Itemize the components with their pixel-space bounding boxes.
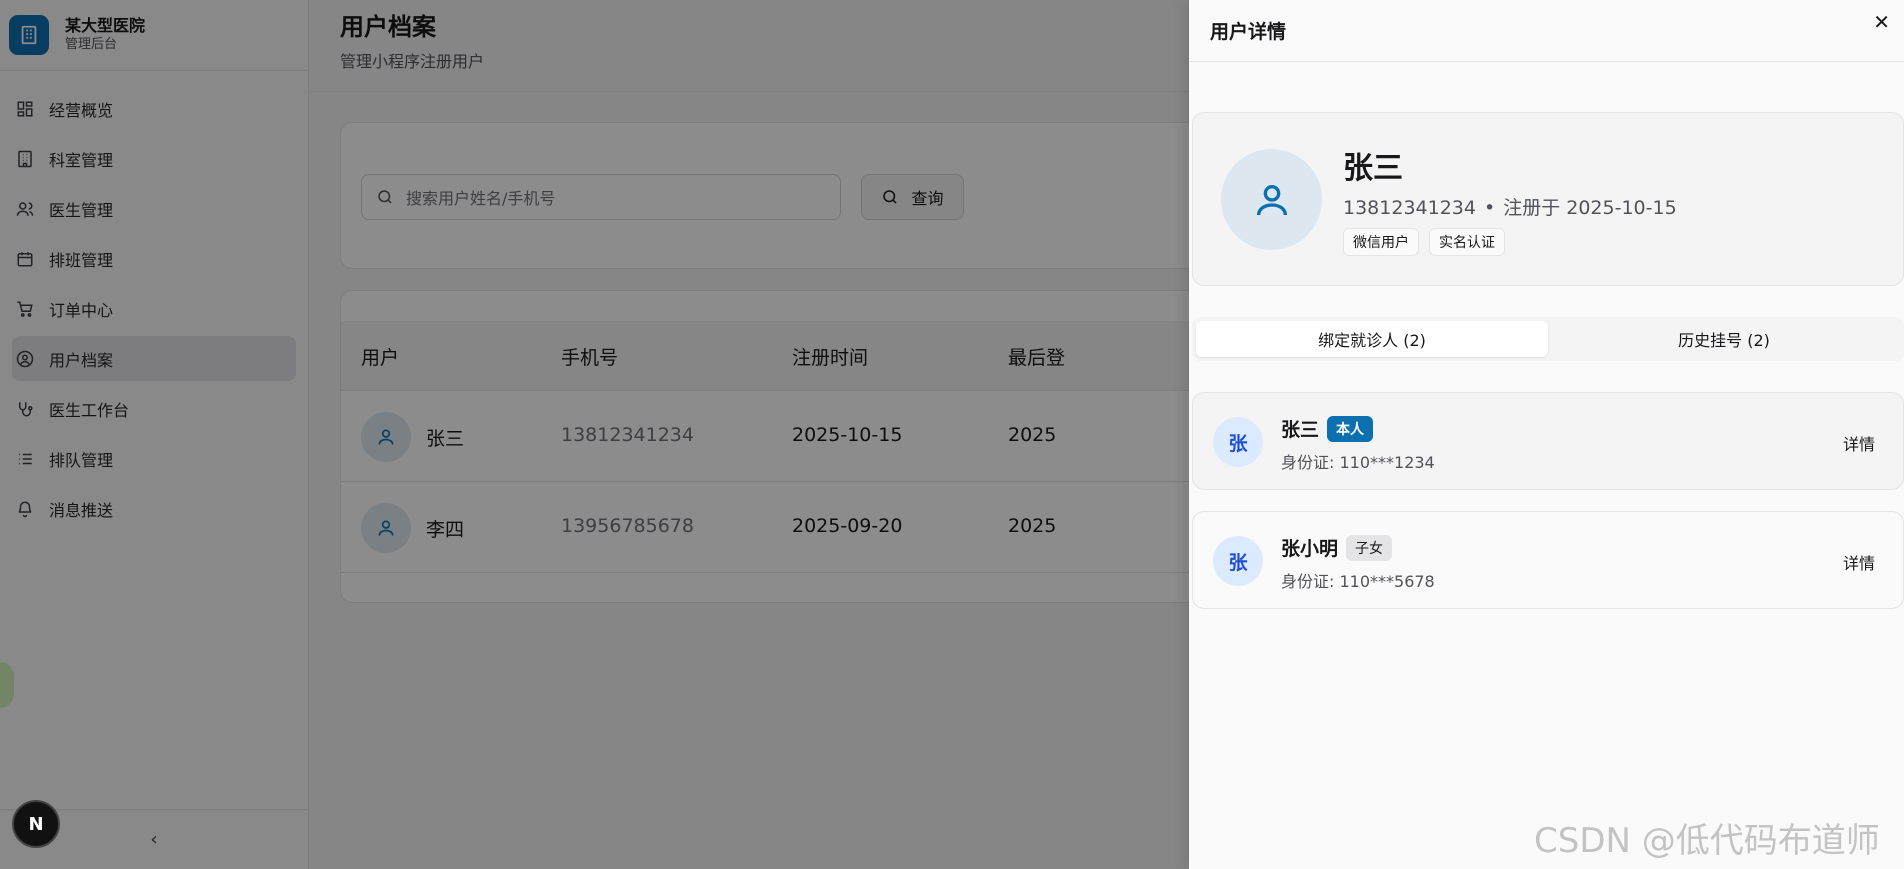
patient-name: 张小明 <box>1281 538 1339 560</box>
detail-button[interactable]: 详情 <box>1843 431 1875 455</box>
drawer-tabs: 绑定就诊人 (2) 历史挂号 (2) <box>1192 317 1904 361</box>
drawer-header: 用户详情 <box>1189 0 1904 62</box>
profile-registered: 注册于 2025-10-15 <box>1503 197 1677 219</box>
profile-tags: 微信用户 实名认证 <box>1343 228 1515 256</box>
patient-id: 身份证: 110***5678 <box>1281 572 1435 591</box>
user-detail-drawer: 用户详情 ✕ 张三 13812341234 • 注册于 2025-10-15 微信用… <box>1189 0 1904 869</box>
list-item: 张 张小明 子女 身份证: 110***5678 详情 <box>1192 511 1904 609</box>
tab-bound-patients[interactable]: 绑定就诊人 (2) <box>1196 321 1548 357</box>
detail-button[interactable]: 详情 <box>1843 550 1875 574</box>
relation-badge: 子女 <box>1346 534 1393 561</box>
tag-verified: 实名认证 <box>1429 228 1505 256</box>
user-icon <box>1256 184 1287 215</box>
profile-card: 张三 13812341234 • 注册于 2025-10-15 微信用户 实名认证 <box>1192 112 1904 286</box>
relation-badge: 本人 <box>1327 415 1374 442</box>
close-icon[interactable]: ✕ <box>1873 10 1890 34</box>
avatar <box>1221 149 1322 250</box>
separator-dot: • <box>1483 197 1496 219</box>
patient-name-row: 张三 本人 <box>1281 415 1374 442</box>
profile-phone: 13812341234 <box>1343 197 1476 219</box>
watermark: CSDN @低代码布道师 <box>1534 821 1880 861</box>
avatar: 张 <box>1213 417 1263 467</box>
avatar: 张 <box>1213 536 1263 586</box>
dev-tools-badge[interactable]: N <box>12 800 60 848</box>
patient-id: 身份证: 110***1234 <box>1281 453 1435 472</box>
list-item: 张 张三 本人 身份证: 110***1234 详情 <box>1192 392 1904 490</box>
tab-history-appointments[interactable]: 历史挂号 (2) <box>1548 321 1900 357</box>
patient-name-row: 张小明 子女 <box>1281 534 1393 561</box>
drawer-title: 用户详情 <box>1210 21 1287 43</box>
profile-meta: 13812341234 • 注册于 2025-10-15 <box>1343 193 1677 220</box>
profile-name: 张三 <box>1343 151 1403 186</box>
modal-backdrop[interactable] <box>0 0 1189 869</box>
tag-wechat-user: 微信用户 <box>1343 228 1419 256</box>
patient-name: 张三 <box>1281 419 1320 441</box>
